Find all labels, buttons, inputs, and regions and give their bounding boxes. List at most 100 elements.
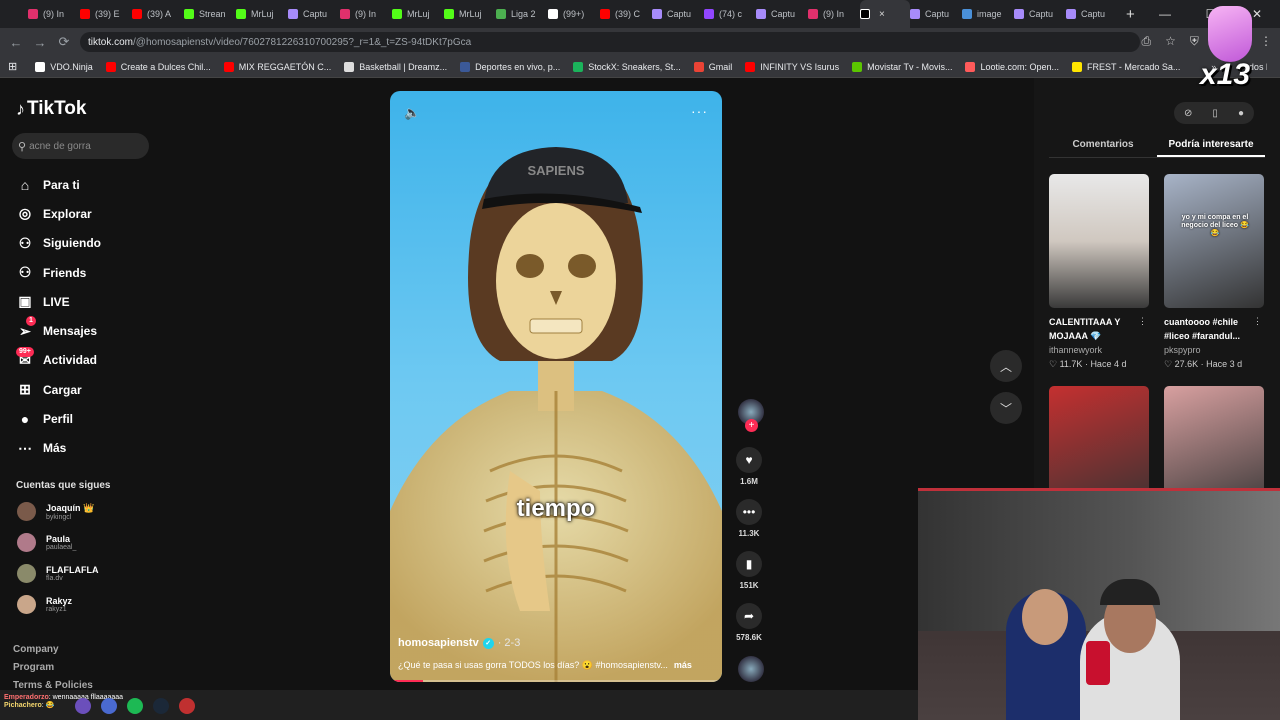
- browser-tab[interactable]: Captu: [1014, 0, 1066, 28]
- app-icon[interactable]: [101, 698, 117, 714]
- browser-tab[interactable]: image: [962, 0, 1014, 28]
- sidebar-item-cargar[interactable]: ⊞ Cargar: [16, 375, 101, 404]
- video-author-name[interactable]: homosapienstv: [398, 637, 479, 649]
- bookmark-item[interactable]: Basketball | Dreamz...: [344, 61, 447, 72]
- share-icon[interactable]: ➦: [736, 603, 762, 629]
- browser-tab[interactable]: MrLuj: [392, 0, 444, 28]
- volume-icon[interactable]: 🔈: [404, 105, 420, 121]
- browser-tab[interactable]: Captu: [1066, 0, 1118, 28]
- bookmark-item[interactable]: Lootie.com: Open...: [965, 61, 1059, 72]
- followed-account[interactable]: Joaquín 👑 bykingcl: [17, 502, 94, 521]
- card-author[interactable]: ithannewyork: [1049, 343, 1149, 357]
- bookmark-favicon-icon: [573, 61, 584, 72]
- share-action[interactable]: ➦ 578.6K: [735, 603, 763, 642]
- url-field[interactable]: tiktok.com/@homosapienstv/video/76027812…: [80, 32, 1140, 52]
- reload-button[interactable]: ⟳: [52, 34, 76, 50]
- comment-action[interactable]: ••• 11.3K: [735, 499, 763, 538]
- previous-video-button[interactable]: ︿: [990, 350, 1022, 382]
- spotify-icon[interactable]: [127, 698, 143, 714]
- bookmark-item[interactable]: Movistar Tv - Movis...: [852, 61, 952, 72]
- bookmark-icon[interactable]: ▮: [736, 551, 762, 577]
- sidebar-item-perfil[interactable]: ● Perfil: [16, 404, 101, 433]
- toolbar-icon[interactable]: ☆: [1165, 34, 1176, 49]
- sidebar-item-live[interactable]: ▣ LIVE: [16, 287, 101, 316]
- browser-tab[interactable]: Strean: [184, 0, 236, 28]
- browser-tab[interactable]: Captu: [652, 0, 704, 28]
- more-link[interactable]: más: [674, 660, 692, 670]
- bookmark-item[interactable]: Deportes en vivo, p...: [460, 61, 560, 72]
- recommended-video-card[interactable]: CALENTITAAA Y MOJAAA 💎 ⋮ ithannewyork ♡ 11.…: [1049, 174, 1149, 371]
- like-action[interactable]: ♥ 1.6M: [735, 447, 763, 486]
- footer-link[interactable]: Company: [13, 644, 59, 655]
- tab-comments[interactable]: Comentarios: [1049, 136, 1157, 157]
- app-icon[interactable]: [75, 698, 91, 714]
- browser-tab[interactable]: (9) In: [808, 0, 860, 28]
- compass-icon[interactable]: ⊘: [1184, 108, 1192, 119]
- heart-icon[interactable]: ♥: [736, 447, 762, 473]
- sidebar-item-actividad[interactable]: ✉ Actividad 99+: [16, 346, 101, 375]
- phone-icon[interactable]: ▯: [1212, 108, 1218, 119]
- followed-account[interactable]: Paula paulaeal_: [17, 533, 76, 552]
- sidebar-item-explorar[interactable]: ◎ Explorar: [16, 199, 101, 228]
- browser-tab[interactable]: (39) A: [132, 0, 184, 28]
- sidebar-item-para-ti[interactable]: ⌂ Para ti: [16, 170, 101, 199]
- next-video-button[interactable]: ﹀: [990, 392, 1022, 424]
- bookmark-item[interactable]: Gmail: [693, 61, 732, 72]
- card-author[interactable]: pkspypro: [1164, 343, 1264, 357]
- bookmark-item[interactable]: Create a Dulces Chil...: [105, 61, 211, 72]
- sound-disc[interactable]: [737, 656, 765, 682]
- tab-recommended[interactable]: Podría interesarte: [1157, 136, 1265, 157]
- browser-tab[interactable]: Liga 2: [496, 0, 548, 28]
- browser-tab[interactable]: (39) C: [600, 0, 652, 28]
- sidebar-item-mas[interactable]: ⋯ Más: [16, 434, 101, 463]
- recommended-video-card[interactable]: yo y mi compa en el negocio del liceo 😂😂…: [1164, 174, 1264, 371]
- bookmark-item[interactable]: MIX REGGAETÓN C...: [223, 61, 331, 72]
- obs-icon[interactable]: [179, 698, 195, 714]
- video-thumbnail[interactable]: [1049, 174, 1149, 308]
- browser-tab[interactable]: Captu: [756, 0, 808, 28]
- tiktok-logo[interactable]: ♪ TikTok: [16, 98, 86, 120]
- tab-favicon-icon: [600, 9, 610, 19]
- bookmark-item[interactable]: StockX: Sneakers, St...: [573, 61, 681, 72]
- minimize-button[interactable]: —: [1142, 0, 1188, 28]
- browser-tab[interactable]: Captu: [910, 0, 962, 28]
- more-options-icon[interactable]: ···: [691, 103, 708, 119]
- more-options-icon[interactable]: ⋮: [1253, 316, 1262, 327]
- sidebar-item-friends[interactable]: ⚇ Friends: [16, 258, 101, 287]
- browser-tab[interactable]: (99+): [548, 0, 600, 28]
- toolbar-icon[interactable]: ⋮: [1260, 34, 1272, 49]
- browser-tab[interactable]: (9) In: [28, 0, 80, 28]
- browser-tab[interactable]: (74) c: [704, 0, 756, 28]
- steam-icon[interactable]: [153, 698, 169, 714]
- browser-tab[interactable]: (39) E: [80, 0, 132, 28]
- bookmark-item[interactable]: VDO.Ninja: [35, 61, 93, 72]
- followed-account[interactable]: Rakyz rakyz1: [17, 595, 72, 614]
- video-player[interactable]: SAPIENS 🔈 ··· tiempo homosapienstv ✓ · 2…: [390, 91, 722, 682]
- followed-account[interactable]: FLAFLAFLA fla.dv: [17, 564, 98, 583]
- bookmark-item[interactable]: INFINITY VS Isurus: [745, 61, 839, 72]
- browser-tab[interactable]: (9) In: [340, 0, 392, 28]
- toolbar-icon[interactable]: ⎙: [1142, 34, 1152, 49]
- browser-tab[interactable]: MrLuj: [444, 0, 496, 28]
- forward-button[interactable]: →: [28, 35, 52, 50]
- sidebar-item-mensajes[interactable]: ➢ Mensajes 1: [16, 316, 101, 345]
- sidebar-item-siguiendo[interactable]: ⚇ Siguiendo: [16, 229, 101, 258]
- bookmark-item[interactable]: FREST - Mercado Sa...: [1072, 61, 1180, 72]
- more-options-icon[interactable]: ⋮: [1138, 316, 1147, 327]
- save-action[interactable]: ▮ 151K: [735, 551, 763, 590]
- profile-avatar-icon[interactable]: ●: [1238, 108, 1244, 119]
- follow-plus-icon[interactable]: +: [745, 419, 758, 432]
- creator-avatar[interactable]: +: [737, 399, 765, 432]
- video-progress-bar[interactable]: [390, 680, 722, 682]
- comment-icon[interactable]: •••: [736, 499, 762, 525]
- search-input[interactable]: ⚲ acne de gorra: [12, 133, 149, 159]
- browser-tab[interactable]: Captu: [288, 0, 340, 28]
- footer-link[interactable]: Program: [13, 662, 54, 673]
- video-author[interactable]: homosapienstv ✓ · 2-3: [398, 637, 520, 649]
- browser-tab-active[interactable]: ×: [860, 0, 910, 28]
- video-thumbnail[interactable]: yo y mi compa en el negocio del liceo 😂😂: [1164, 174, 1264, 308]
- close-tab-icon[interactable]: ×: [879, 9, 885, 20]
- back-button[interactable]: ←: [4, 35, 28, 50]
- browser-tab[interactable]: MrLuj: [236, 0, 288, 28]
- apps-grid-icon[interactable]: ⊞: [8, 60, 17, 73]
